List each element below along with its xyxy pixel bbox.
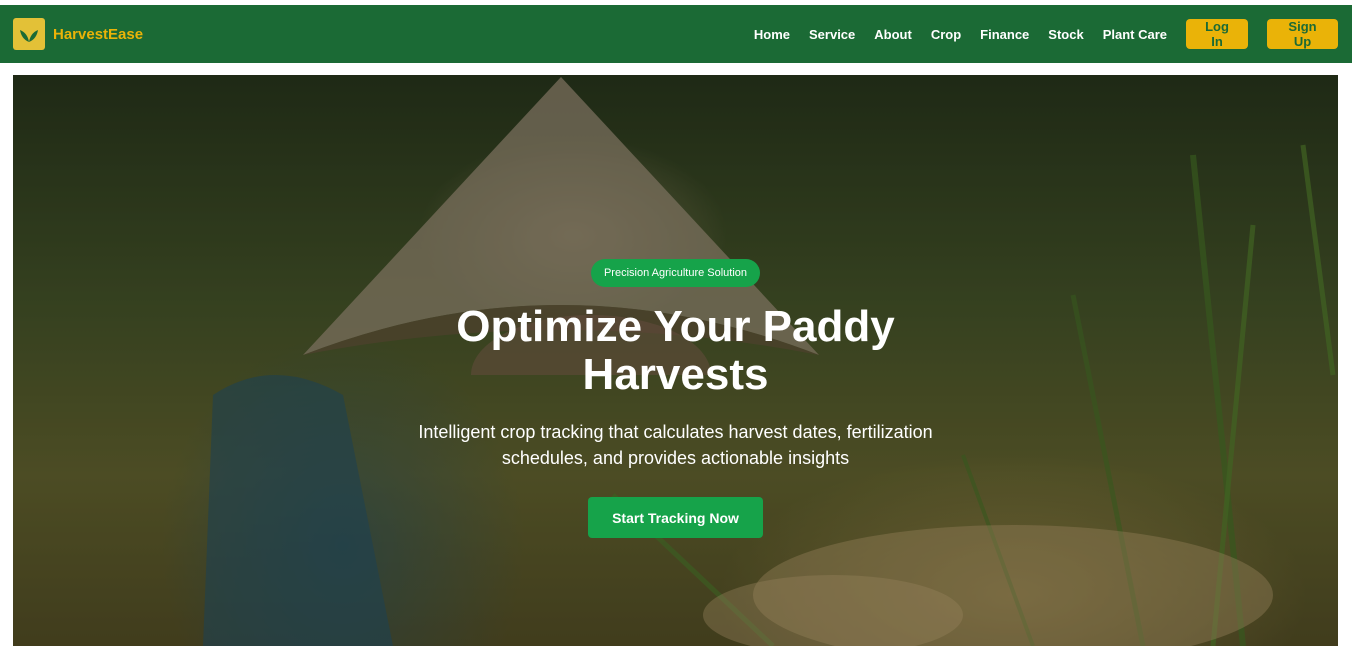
signup-button[interactable]: Sign Up	[1267, 19, 1338, 49]
hero-subtext: Intelligent crop tracking that calculate…	[418, 422, 933, 468]
hero-headline: Optimize Your Paddy Harvests	[456, 302, 895, 399]
leaf-icon	[13, 18, 45, 50]
nav-link-crop[interactable]: Crop	[931, 27, 961, 42]
nav-links: Home Service About Crop Finance Stock Pl…	[754, 27, 1167, 42]
hero-content: Precision Agriculture Solution Optimize …	[13, 259, 1338, 538]
nav-link-about[interactable]: About	[874, 27, 912, 42]
nav-link-service[interactable]: Service	[809, 27, 855, 42]
nav-right: Home Service About Crop Finance Stock Pl…	[754, 19, 1338, 49]
nav-link-finance[interactable]: Finance	[980, 27, 1029, 42]
brand[interactable]: HarvestEase	[13, 18, 143, 50]
start-tracking-button[interactable]: Start Tracking Now	[588, 497, 763, 538]
brand-name: HarvestEase	[53, 25, 144, 43]
hero-section: Precision Agriculture Solution Optimize …	[13, 75, 1338, 646]
nav-link-home[interactable]: Home	[754, 27, 790, 42]
hero-badge: Precision Agriculture Solution	[590, 259, 761, 287]
nav-link-stock[interactable]: Stock	[1048, 27, 1083, 42]
nav-link-plant-care[interactable]: Plant Care	[1103, 27, 1167, 42]
login-button[interactable]: Log In	[1186, 19, 1248, 49]
navbar: HarvestEase Home Service About Crop Fina…	[0, 5, 1352, 63]
